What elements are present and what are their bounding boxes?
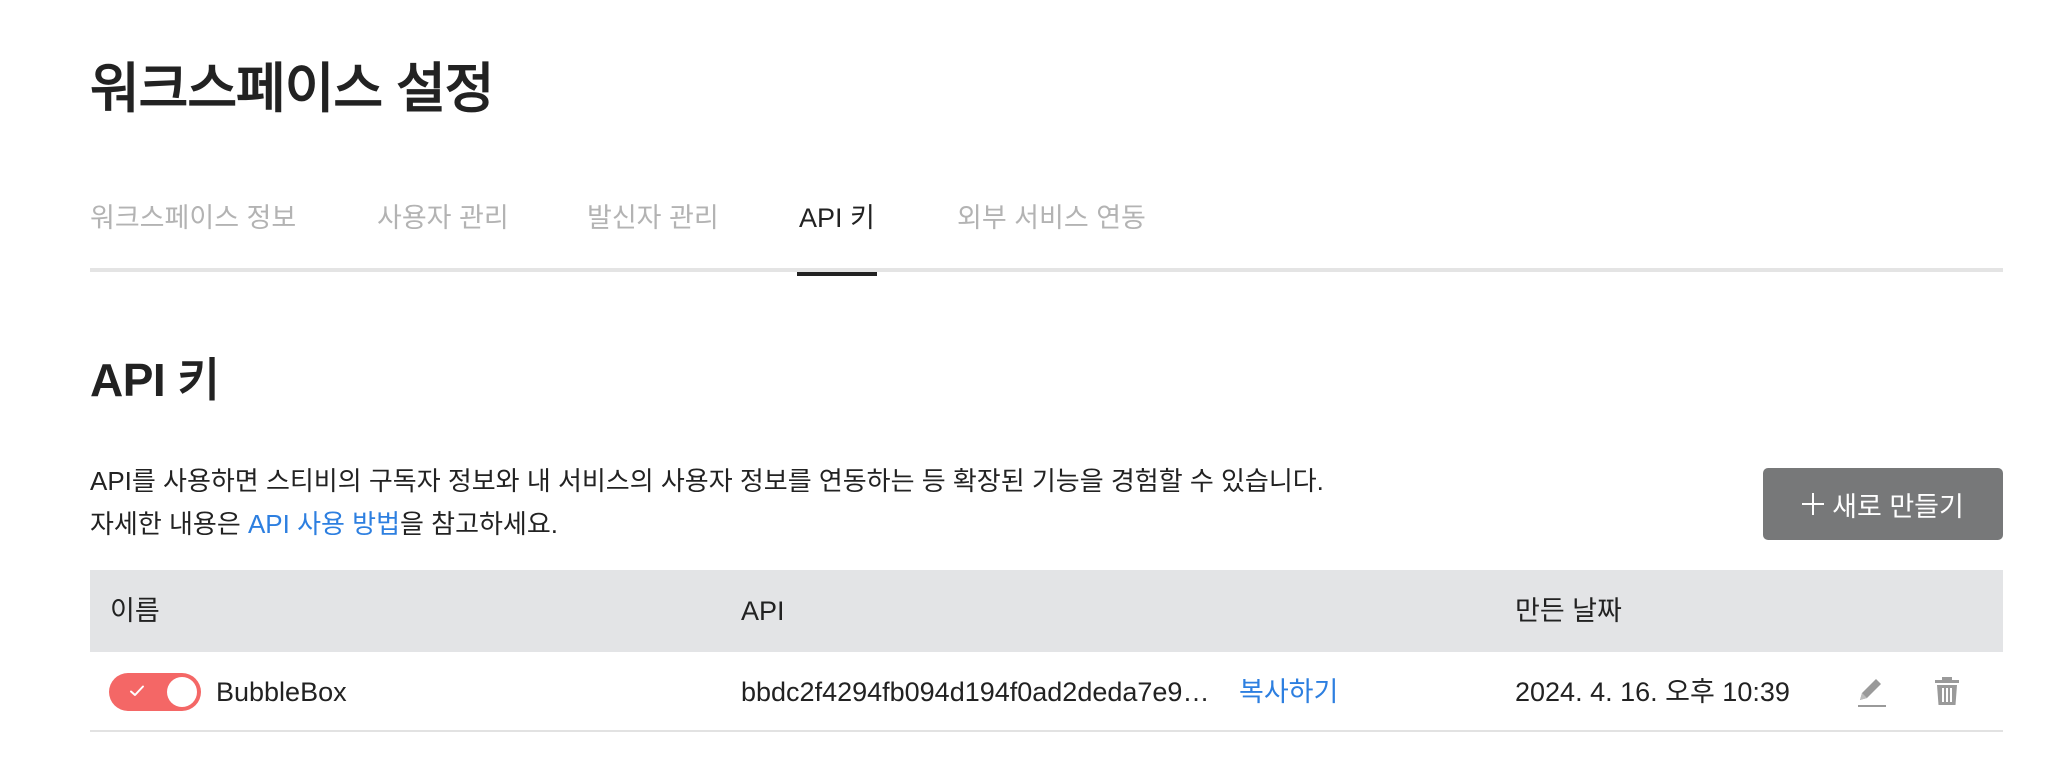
tab-sender-management[interactable]: 발신자 관리: [587, 196, 719, 272]
description-suffix: 을 참고하세요.: [400, 509, 558, 539]
copy-button[interactable]: 복사하기: [1239, 652, 1338, 732]
toggle-knob: [167, 677, 197, 707]
description-prefix: 자세한 내용은: [90, 509, 248, 539]
create-new-button[interactable]: 새로 만들기: [1763, 468, 2003, 540]
column-header-api: API: [741, 596, 785, 626]
section-description: API를 사용하면 스티비의 구독자 정보와 내 서비스의 사용자 정보를 연동…: [90, 460, 1324, 546]
trash-icon: [1935, 677, 1959, 705]
table-header: 이름 API 만든 날짜: [90, 570, 2003, 652]
workspace-settings-page: 워크스페이스 설정 워크스페이스 정보 사용자 관리 발신자 관리 API 키 …: [0, 0, 2048, 783]
api-key-table: 이름 API 만든 날짜 BubbleBox bbdc2f4294fb094d1…: [90, 570, 2003, 732]
description-line-1: API를 사용하면 스티비의 구독자 정보와 내 서비스의 사용자 정보를 연동…: [90, 466, 1324, 496]
settings-tabs: 워크스페이스 정보 사용자 관리 발신자 관리 API 키 외부 서비스 연동: [90, 196, 2003, 276]
table-row: BubbleBox bbdc2f4294fb094d194f0ad2deda7e…: [90, 652, 2003, 732]
api-usage-link[interactable]: API 사용 방법: [248, 509, 400, 539]
check-icon: [130, 685, 144, 696]
enable-toggle[interactable]: [109, 673, 201, 711]
plus-icon: [1802, 493, 1825, 515]
edit-button[interactable]: [1852, 674, 1888, 710]
column-header-name: 이름: [110, 596, 160, 626]
delete-button[interactable]: [1929, 674, 1965, 710]
api-key-name: BubbleBox: [216, 677, 347, 707]
tab-api-key[interactable]: API 키: [797, 196, 877, 276]
section-title: API 키: [90, 354, 220, 406]
page-title: 워크스페이스 설정: [90, 59, 494, 119]
tab-user-management[interactable]: 사용자 관리: [377, 196, 509, 272]
create-button-label: 새로 만들기: [1832, 491, 1964, 522]
created-date: 2024. 4. 16. 오후 10:39: [1515, 677, 1790, 707]
api-key-value: bbdc2f4294fb094d194f0ad2deda7e9…: [741, 677, 1210, 707]
tab-workspace-info[interactable]: 워크스페이스 정보: [90, 196, 296, 272]
tab-external-integration[interactable]: 외부 서비스 연동: [957, 196, 1146, 272]
column-header-created: 만든 날짜: [1515, 596, 1622, 626]
pencil-icon: [1858, 679, 1886, 707]
description-line-2: 자세한 내용은 API 사용 방법을 참고하세요.: [90, 503, 1324, 546]
